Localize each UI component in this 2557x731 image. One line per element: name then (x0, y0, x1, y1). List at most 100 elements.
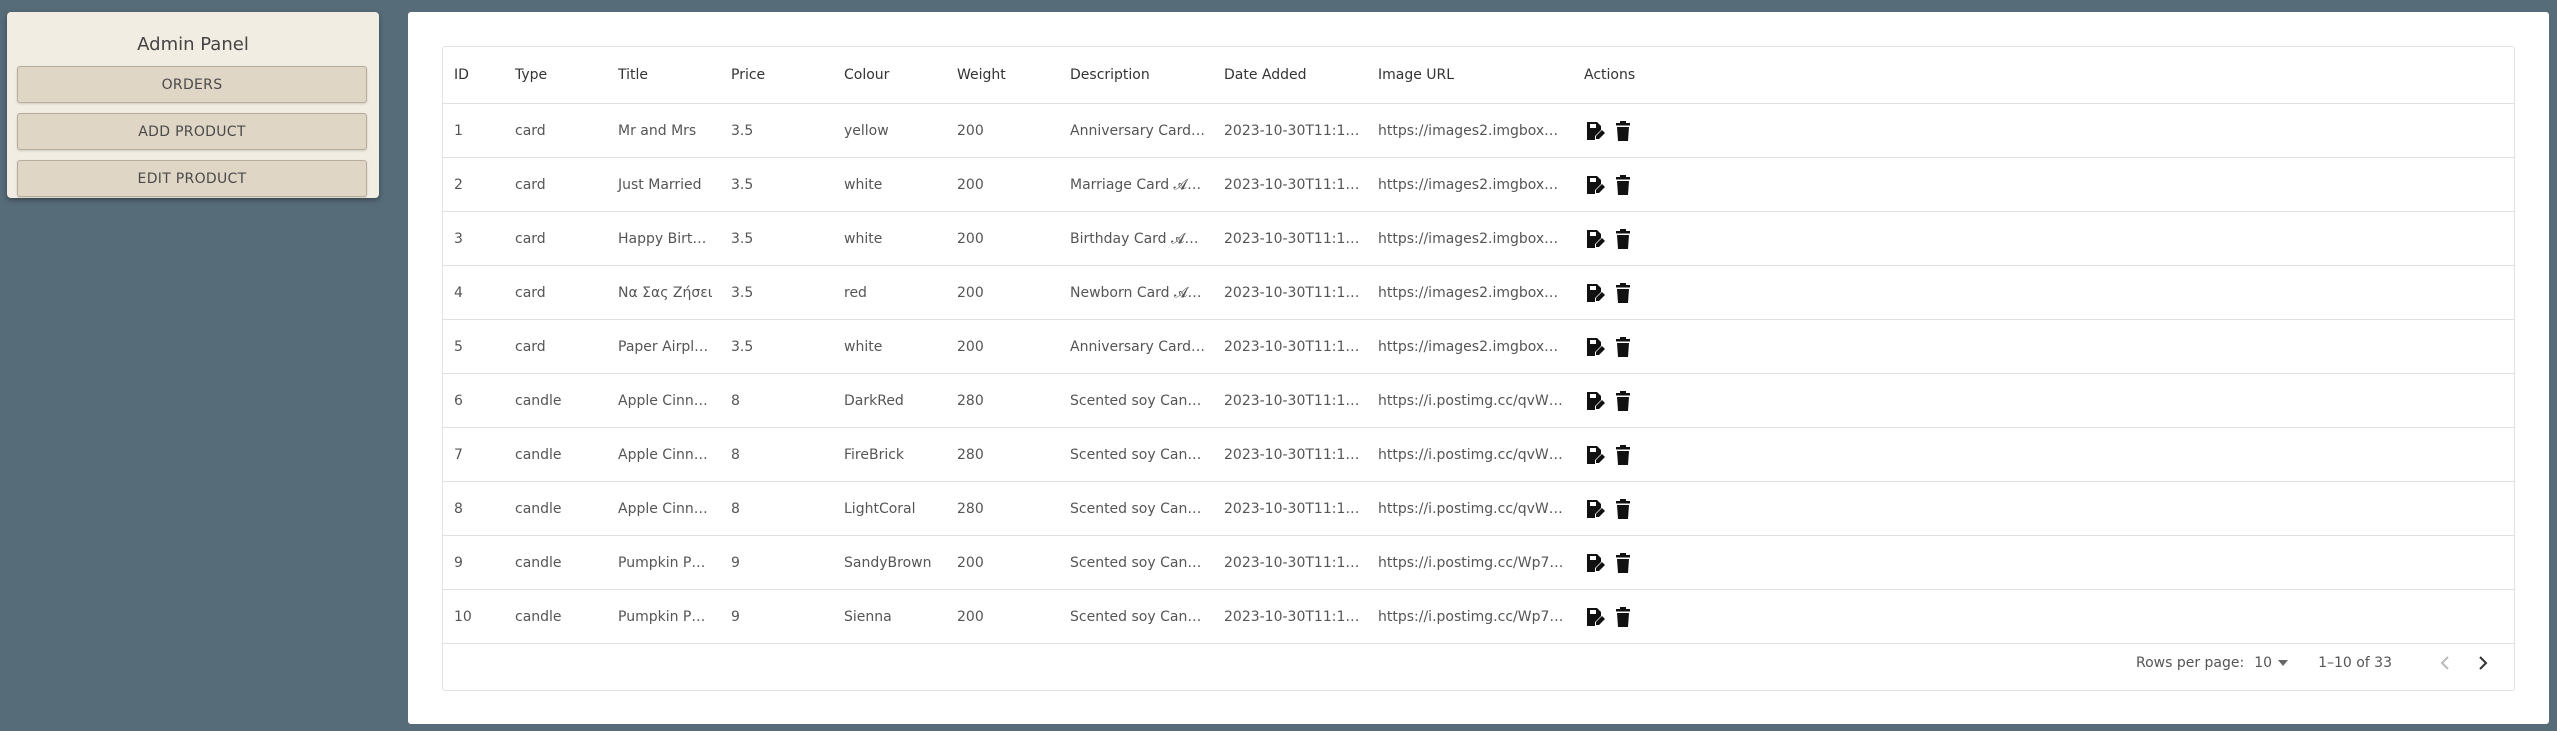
edit-product-button[interactable]: EDIT PRODUCT (17, 160, 367, 197)
table-row[interactable]: 9 candle Pumpkin P… 9 SandyBrown 200 Scented s… (443, 535, 2514, 590)
next-page-button[interactable] (2468, 648, 2498, 678)
admin-panel: Admin Panel ORDERS ADD PRODUCT EDIT PROD… (7, 12, 379, 198)
table-row[interactable]: 3 card Happy Birt… 3.5 white 200 Birthday Card… (443, 211, 2514, 266)
cell-type: candle (504, 535, 607, 590)
cell-weight: 200 (946, 157, 1059, 212)
cell-type: card (504, 103, 607, 158)
cell-actions (1573, 427, 2514, 482)
table-row[interactable]: 6 candle Apple Cinn… 8 DarkRed 280 Scented soy… (443, 373, 2514, 428)
row-actions (1584, 498, 2514, 520)
add-product-button[interactable]: ADD PRODUCT (17, 113, 367, 150)
edit-icon[interactable] (1584, 390, 1606, 412)
cell-description: Anniversary Card… (1059, 103, 1213, 158)
cell-actions (1573, 373, 2514, 428)
edit-icon[interactable] (1584, 282, 1606, 304)
cell-description: Scented soy Can… (1059, 535, 1213, 590)
cell-image-url: https://images2.imgbox… (1367, 157, 1573, 212)
col-header-date-added[interactable]: Date Added (1213, 47, 1367, 104)
table-row[interactable]: 2 card Just Married 3.5 white 200 Marriage Car… (443, 157, 2514, 212)
cell-description: Scented soy Can… (1059, 481, 1213, 536)
cell-weight: 200 (946, 265, 1059, 320)
orders-button[interactable]: ORDERS (17, 66, 367, 103)
caret-down-icon (2278, 659, 2289, 666)
previous-page-button[interactable] (2430, 648, 2460, 678)
col-header-title[interactable]: Title (607, 47, 720, 104)
delete-icon[interactable] (1612, 552, 1634, 574)
cell-description: Anniversary Card… (1059, 319, 1213, 374)
col-header-description[interactable]: Description (1059, 47, 1213, 104)
cell-id: 2 (443, 157, 504, 212)
cell-image-url: https://images2.imgbox… (1367, 319, 1573, 374)
row-actions (1584, 228, 2514, 250)
cell-colour: FireBrick (833, 427, 946, 482)
table-row[interactable]: 8 candle Apple Cinn… 8 LightCoral 280 Scented … (443, 481, 2514, 536)
col-header-image-url[interactable]: Image URL (1367, 47, 1573, 104)
row-actions (1584, 282, 2514, 304)
edit-icon[interactable] (1584, 174, 1606, 196)
table-row[interactable]: 5 card Paper Airpl… 3.5 white 200 Anniversary … (443, 319, 2514, 374)
cell-date-added: 2023-10-30T11:13:… (1213, 481, 1367, 536)
cell-actions (1573, 481, 2514, 536)
delete-icon[interactable] (1612, 390, 1634, 412)
cell-description: Marriage Card 𝓐… (1059, 157, 1213, 212)
delete-icon[interactable] (1612, 444, 1634, 466)
edit-icon[interactable] (1584, 498, 1606, 520)
delete-icon[interactable] (1612, 282, 1634, 304)
cell-type: card (504, 319, 607, 374)
cell-weight: 200 (946, 103, 1059, 158)
delete-icon[interactable] (1612, 120, 1634, 142)
pagination-range: 1–10 of 33 (2318, 654, 2392, 671)
cell-colour: red (833, 265, 946, 320)
edit-icon[interactable] (1584, 606, 1606, 628)
edit-icon[interactable] (1584, 228, 1606, 250)
cell-colour: white (833, 319, 946, 374)
col-header-colour[interactable]: Colour (833, 47, 946, 104)
col-header-actions: Actions (1573, 47, 2514, 104)
cell-description: Birthday Card 𝓐… (1059, 211, 1213, 266)
col-header-type[interactable]: Type (504, 47, 607, 104)
cell-date-added: 2023-10-30T11:13:… (1213, 319, 1367, 374)
delete-icon[interactable] (1612, 336, 1634, 358)
row-actions (1584, 606, 2514, 628)
cell-title: Just Married (607, 157, 720, 212)
cell-actions (1573, 319, 2514, 374)
cell-price: 8 (720, 427, 833, 482)
col-header-weight[interactable]: Weight (946, 47, 1059, 104)
cell-description: Scented soy Can… (1059, 373, 1213, 428)
table-row[interactable]: 1 card Mr and Mrs 3.5 yellow 200 Anniversary C… (443, 103, 2514, 158)
cell-price: 3.5 (720, 265, 833, 320)
edit-icon[interactable] (1584, 552, 1606, 574)
row-actions (1584, 336, 2514, 358)
cell-weight: 280 (946, 427, 1059, 482)
cell-id: 8 (443, 481, 504, 536)
delete-icon[interactable] (1612, 228, 1634, 250)
table-row[interactable]: 4 card Να Σας Ζήσει 3.5 red 200 Newborn Card 𝓐… (443, 265, 2514, 320)
cell-date-added: 2023-10-30T11:13:… (1213, 211, 1367, 266)
col-header-price[interactable]: Price (720, 47, 833, 104)
cell-weight: 280 (946, 373, 1059, 428)
pagination: Rows per page: 10 1–10 of 33 (443, 635, 2514, 690)
cell-colour: yellow (833, 103, 946, 158)
chevron-left-icon (2440, 655, 2449, 670)
cell-image-url: https://i.postimg.cc/qvW… (1367, 373, 1573, 428)
edit-icon[interactable] (1584, 120, 1606, 142)
cell-title: Happy Birt… (607, 211, 720, 266)
cell-image-url: https://images2.imgbox… (1367, 265, 1573, 320)
cell-weight: 280 (946, 481, 1059, 536)
rows-per-page-select[interactable]: 10 (2254, 655, 2289, 671)
table-row[interactable]: 7 candle Apple Cinn… 8 FireBrick 280 Scented s… (443, 427, 2514, 482)
cell-title: Apple Cinn… (607, 481, 720, 536)
delete-icon[interactable] (1612, 498, 1634, 520)
cell-colour: white (833, 211, 946, 266)
cell-id: 3 (443, 211, 504, 266)
cell-image-url: https://i.postimg.cc/qvW… (1367, 427, 1573, 482)
col-header-id[interactable]: ID (443, 47, 504, 104)
delete-icon[interactable] (1612, 606, 1634, 628)
chevron-right-icon (2479, 655, 2488, 670)
cell-id: 9 (443, 535, 504, 590)
cell-type: candle (504, 481, 607, 536)
cell-date-added: 2023-10-30T11:13:… (1213, 535, 1367, 590)
edit-icon[interactable] (1584, 444, 1606, 466)
delete-icon[interactable] (1612, 174, 1634, 196)
edit-icon[interactable] (1584, 336, 1606, 358)
